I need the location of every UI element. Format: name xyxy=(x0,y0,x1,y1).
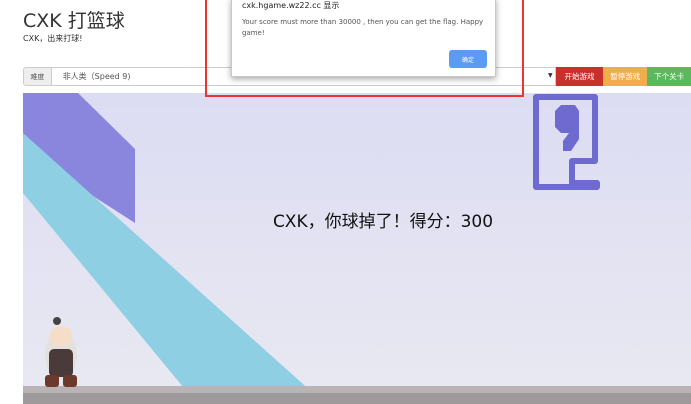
next-level-button[interactable]: 下个关卡 xyxy=(647,67,691,86)
pause-game-button[interactable]: 暂停游戏 xyxy=(603,67,648,86)
page-subtitle: CXK，出来打球! xyxy=(23,34,83,43)
caret-down-icon: ▼ xyxy=(548,72,553,79)
difficulty-select-value: 非人类（Speed 9) xyxy=(62,72,131,81)
difficulty-label: 难度 xyxy=(23,67,52,86)
dialog-ok-button[interactable]: 确定 xyxy=(449,50,487,68)
dialog-title: cxk.hgame.wz22.cc 显示 xyxy=(242,1,340,10)
floor-edge xyxy=(23,393,691,404)
game-canvas[interactable]: CXK，你球掉了！得分：300 xyxy=(23,93,691,404)
start-game-button[interactable]: 开始游戏 xyxy=(555,67,604,86)
dialog-message: Your score must more than 30000 , then y… xyxy=(242,18,484,37)
page-title: CXK 打篮球 xyxy=(23,10,125,32)
game-over-message: CXK，你球掉了！得分：300 xyxy=(272,212,494,232)
alert-dialog: cxk.hgame.wz22.cc 显示 Your score must mor… xyxy=(231,0,496,77)
game-background xyxy=(23,93,691,404)
